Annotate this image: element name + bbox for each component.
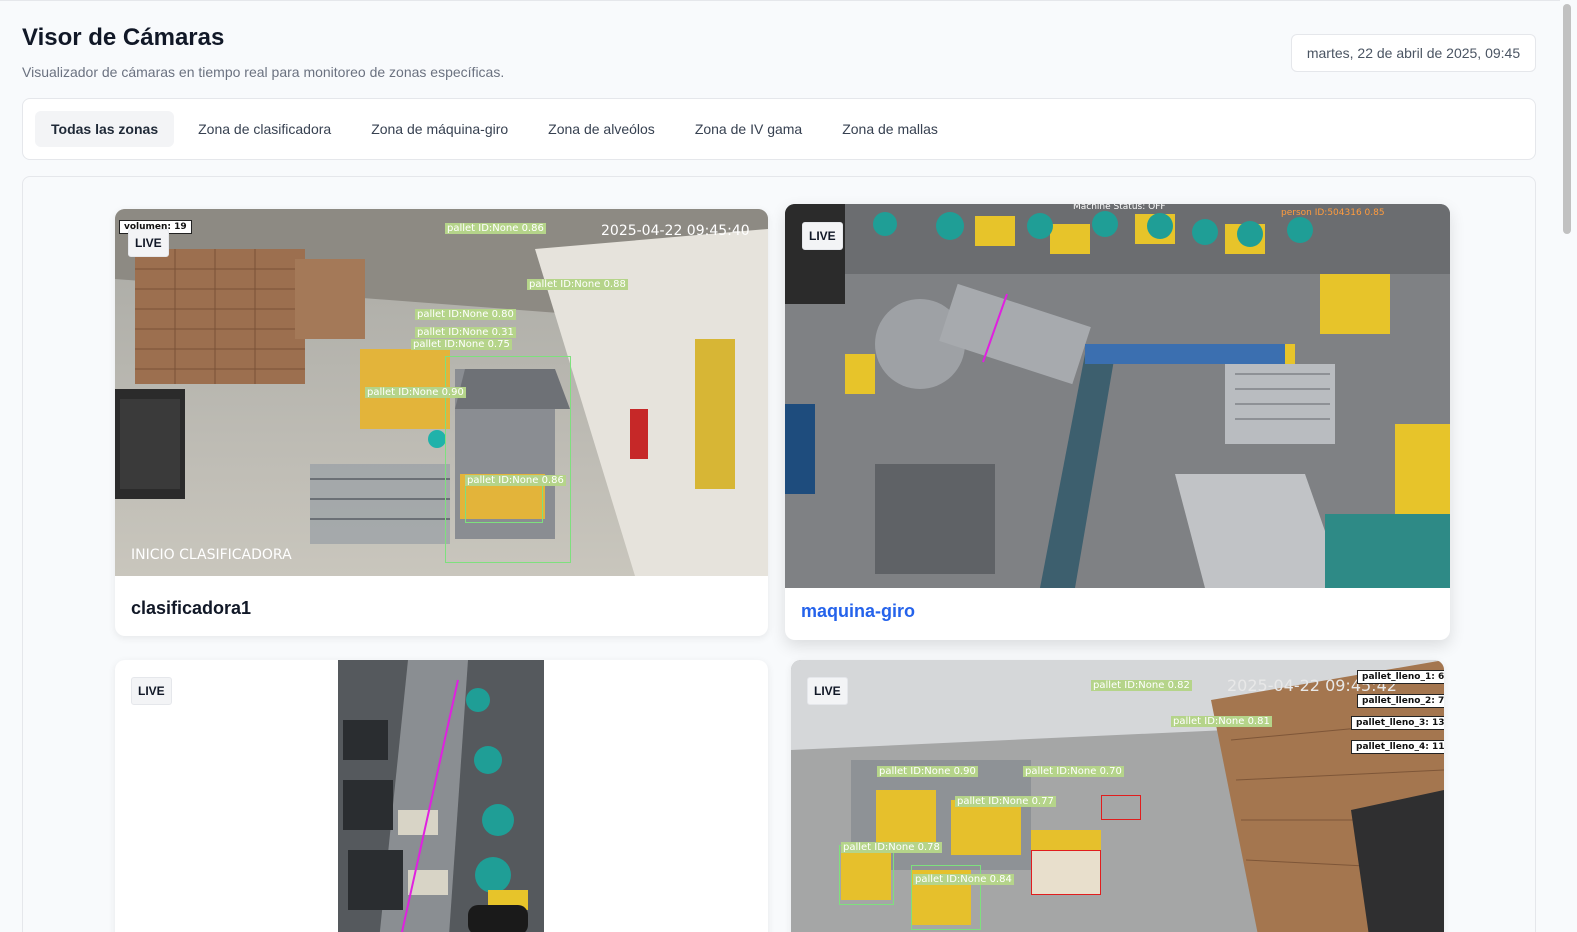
- live-badge: LIVE: [802, 222, 843, 250]
- camera-card-3[interactable]: LIVE: [115, 660, 768, 932]
- counter-pallet-1: pallet_lleno_1: 63: [1357, 670, 1444, 684]
- camera-feed-maquina-giro[interactable]: Machine Status: OFF person ID:504316 0.8…: [785, 204, 1450, 588]
- scrollbar-thumb[interactable]: [1563, 4, 1571, 234]
- feed-caption: INICIO CLASIFICADORA: [131, 547, 292, 563]
- detection-label: pallet ID:None 0.80: [415, 309, 516, 320]
- detection-label: pallet ID:None 0.82: [1091, 680, 1192, 691]
- camera-card-4[interactable]: pallet ID:None 0.82 pallet ID:None 0.81 …: [791, 660, 1444, 932]
- zone-tabs: Todas las zonas Zona de clasificadora Zo…: [22, 98, 1536, 160]
- tab-clasificadora[interactable]: Zona de clasificadora: [182, 111, 347, 147]
- tab-maquina-giro[interactable]: Zona de máquina-giro: [355, 111, 524, 147]
- detection-label: pallet ID:None 0.77: [955, 796, 1056, 807]
- camera-title-link[interactable]: maquina-giro: [801, 601, 915, 622]
- alert-box: [1101, 795, 1141, 820]
- live-badge: LIVE: [131, 677, 172, 705]
- detection-label: pallet ID:None 0.81: [1171, 716, 1272, 727]
- counter-pallet-3: pallet_lleno_3: 130: [1351, 716, 1444, 730]
- datetime-display: martes, 22 de abril de 2025, 09:45: [1291, 34, 1536, 72]
- counter-pallet-4: pallet_lleno_4: 111: [1351, 740, 1444, 754]
- detection-label: pallet ID:None 0.86: [445, 223, 546, 234]
- detection-label: pallet ID:None 0.88: [527, 279, 628, 290]
- camera-card-clasificadora1[interactable]: pallet ID:None 0.86 pallet ID:None 0.88 …: [115, 209, 768, 636]
- detection-label: pallet ID:None 0.90: [365, 387, 466, 398]
- detection-label: pallet ID:None 0.86: [465, 475, 566, 486]
- datetime-text: martes, 22 de abril de 2025, 09:45: [1306, 45, 1521, 61]
- feed-timestamp: 2025-04-22 09:45:40: [601, 223, 750, 239]
- camera-card-maquina-giro[interactable]: Machine Status: OFF person ID:504316 0.8…: [785, 204, 1450, 640]
- live-badge: LIVE: [128, 229, 169, 257]
- camera-feed-3[interactable]: [338, 660, 544, 932]
- tab-iv-gama[interactable]: Zona de IV gama: [679, 111, 818, 147]
- feed-machine-status: Machine Status: OFF: [1073, 204, 1166, 212]
- camera-feed-clasificadora1[interactable]: pallet ID:None 0.86 pallet ID:None 0.88 …: [115, 209, 768, 576]
- top-divider: [0, 0, 1577, 1]
- detection-label: pallet ID:None 0.90: [877, 766, 978, 777]
- detection-label: pallet ID:None 0.31: [415, 327, 516, 338]
- camera-viewer-page: Visor de Cámaras Visualizador de cámaras…: [0, 0, 1577, 932]
- camera-title: clasificadora1: [131, 598, 252, 618]
- detection-label: pallet ID:None 0.78: [841, 842, 942, 853]
- packing-line-feed-image: [338, 660, 544, 932]
- page-subtitle: Visualizador de cámaras en tiempo real p…: [22, 64, 505, 80]
- detection-label: pallet ID:None 0.84: [913, 874, 1014, 885]
- camera-feed-4[interactable]: pallet ID:None 0.82 pallet ID:None 0.81 …: [791, 660, 1444, 932]
- feed-person-detection: person ID:504316 0.85: [1281, 208, 1385, 218]
- tab-alveolos[interactable]: Zona de alveólos: [532, 111, 671, 147]
- production-line-feed-image: [785, 204, 1450, 588]
- counter-pallet-2: pallet_lleno_2: 70: [1357, 694, 1444, 708]
- detection-label: pallet ID:None 0.70: [1023, 766, 1124, 777]
- tab-mallas[interactable]: Zona de mallas: [826, 111, 954, 147]
- detection-box: [839, 845, 894, 905]
- detection-label: pallet ID:None 0.75: [411, 339, 512, 350]
- page-title: Visor de Cámaras: [22, 24, 225, 51]
- alert-box: [1031, 850, 1101, 895]
- live-badge: LIVE: [807, 677, 848, 705]
- tab-all-zones[interactable]: Todas las zonas: [35, 111, 175, 147]
